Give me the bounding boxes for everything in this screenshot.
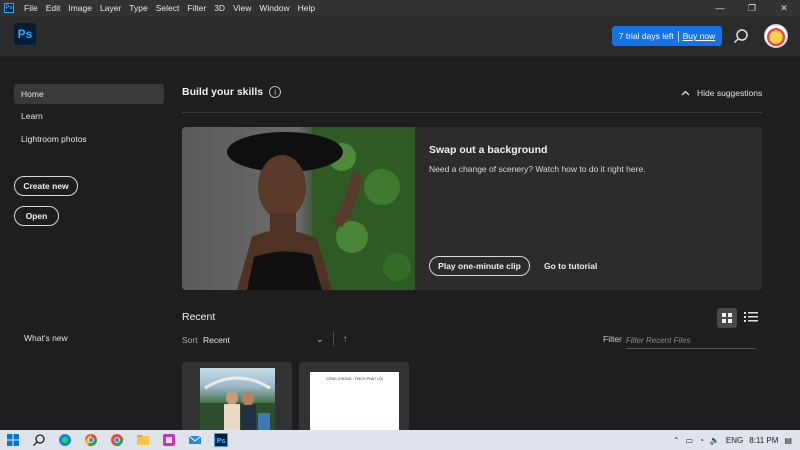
suggestion-description: Need a change of scenery? Watch how to d…	[429, 164, 646, 174]
window-controls: — ❐ ✕	[704, 0, 800, 16]
sort-label: Sort	[182, 335, 198, 345]
sidebar-item-home[interactable]: Home	[14, 84, 164, 104]
language-indicator[interactable]: ENG	[726, 436, 743, 445]
search-icon[interactable]	[733, 28, 749, 44]
menu-3d[interactable]: 3D	[210, 3, 229, 13]
recent-title: Recent	[182, 311, 216, 323]
skills-title: Build your skills	[182, 86, 264, 98]
battery-icon[interactable]: ▭	[686, 436, 694, 445]
sort-direction-button[interactable]: ↑	[343, 334, 347, 343]
menu-filter[interactable]: Filter	[183, 3, 210, 13]
photoshop-icon: Ps	[4, 3, 14, 13]
photoshop-taskbar-icon[interactable]: Ps	[214, 433, 228, 447]
menu-edit[interactable]: Edit	[42, 3, 65, 13]
document-thumbnail-text: CÔNG CHỨNG - THỊCH PHÁT LỘI	[326, 377, 383, 381]
ps-logo[interactable]: Ps	[14, 23, 36, 45]
list-view-icon[interactable]	[744, 310, 758, 324]
app-header: Ps 7 trial days left Buy now	[0, 16, 800, 57]
trial-text: 7 trial days left	[618, 31, 674, 41]
sidebar-item-learn[interactable]: Learn	[14, 106, 164, 126]
recent-file-thumbnail[interactable]	[182, 362, 292, 430]
photo-thumbnail-image	[200, 368, 275, 430]
network-icon[interactable]: ◔	[699, 436, 704, 445]
notification-icon[interactable]: ▤	[784, 436, 792, 445]
grid-view-button[interactable]	[717, 308, 737, 328]
menu-layer[interactable]: Layer	[96, 3, 125, 13]
store-icon[interactable]	[162, 433, 176, 447]
chevron-down-icon[interactable]: ⌄	[316, 334, 324, 345]
suggestion-image[interactable]	[182, 127, 415, 290]
hide-suggestions-button[interactable]: Hide suggestions	[681, 88, 762, 98]
grid-icon	[722, 313, 732, 323]
close-button[interactable]: ✕	[768, 0, 800, 16]
system-tray: ⌃ ▭ ◔ 🔈 ENG 8:11 PM ▤	[673, 430, 800, 450]
menu-window[interactable]: Window	[255, 3, 293, 13]
info-icon[interactable]: i	[269, 86, 282, 98]
svg-text:Ps: Ps	[217, 437, 226, 445]
menu-view[interactable]: View	[229, 3, 255, 13]
menu-bar: Ps File Edit Image Layer Type Select Fil…	[0, 0, 800, 16]
clock[interactable]: 8:11 PM	[749, 436, 778, 445]
trial-separator	[677, 30, 679, 42]
open-button[interactable]: Open	[14, 206, 59, 226]
sidebar-item-lightroom-photos[interactable]: Lightroom photos	[14, 129, 164, 149]
menu-type[interactable]: Type	[125, 3, 151, 13]
suggestion-card: Swap out a background Need a change of s…	[182, 127, 762, 290]
menu-file[interactable]: File	[20, 3, 42, 13]
file-explorer-icon[interactable]	[136, 433, 150, 447]
windows-start-icon[interactable]	[6, 433, 20, 447]
search-icon[interactable]	[32, 433, 46, 447]
suggestion-title: Swap out a background	[429, 144, 548, 156]
create-new-button[interactable]: Create new	[14, 176, 78, 196]
menu-help[interactable]: Help	[294, 3, 319, 13]
minimize-button[interactable]: —	[704, 0, 736, 16]
filter-input[interactable]	[626, 332, 756, 349]
chrome-icon[interactable]	[110, 433, 124, 447]
sort-divider	[333, 331, 334, 346]
divider	[182, 112, 762, 113]
whats-new-link[interactable]: What's new	[24, 333, 68, 343]
play-clip-button[interactable]: Play one-minute clip	[429, 256, 530, 276]
hide-suggestions-label: Hide suggestions	[697, 88, 763, 98]
trial-banner[interactable]: 7 trial days left Buy now	[612, 26, 722, 46]
chevron-up-icon[interactable]: ⌃	[673, 436, 680, 445]
sort-dropdown[interactable]: Recent	[203, 335, 230, 345]
edge-icon[interactable]	[58, 433, 72, 447]
avatar[interactable]	[764, 24, 788, 48]
buy-now-link[interactable]: Buy now	[683, 31, 716, 41]
skills-heading: Build your skills i	[182, 86, 282, 98]
go-to-tutorial-link[interactable]: Go to tutorial	[544, 261, 597, 271]
mail-icon[interactable]	[188, 433, 202, 447]
menu-image[interactable]: Image	[64, 3, 96, 13]
document-thumbnail-image: CÔNG CHỨNG - THỊCH PHÁT LỘI	[310, 372, 399, 430]
windows-taskbar: Ps ⌃ ▭ ◔ 🔈 ENG 8:11 PM ▤	[0, 430, 800, 450]
chrome-icon[interactable]	[84, 433, 98, 447]
filter-label: Filter	[603, 334, 622, 344]
recent-file-thumbnail[interactable]: CÔNG CHỨNG - THỊCH PHÁT LỘI	[299, 362, 409, 430]
menu-select[interactable]: Select	[152, 3, 184, 13]
chevron-up-icon	[681, 90, 690, 96]
restore-button[interactable]: ❐	[736, 0, 768, 16]
volume-icon[interactable]: 🔈	[710, 436, 720, 445]
